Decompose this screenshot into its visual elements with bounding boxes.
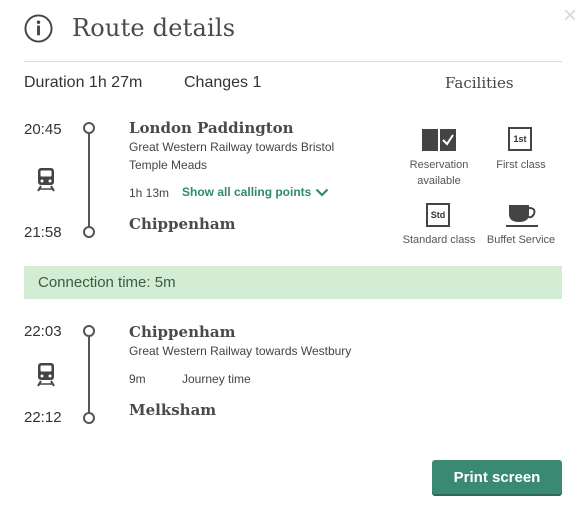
standard-class-icon: Std [426,203,450,227]
train-icon [37,363,55,387]
leg1-operator: Great Western Railway towards Bristol Te… [129,138,359,174]
leg2-depart-station: Chippenham [129,323,236,341]
leg1-arrive-station: Chippenham [129,215,236,233]
changes-summary: Changes 1 [184,74,262,91]
leg2-depart-time: 22:03 [24,323,62,340]
leg1-arrive-dot [83,226,95,238]
leg1-arrive-time: 21:58 [24,224,62,241]
journey-time-label: Journey time [182,372,251,386]
dialog-title: Route details [72,14,236,42]
standard-class-label: Standard class [402,234,476,246]
facilities-heading: Facilities [445,74,514,92]
leg2-arrive-dot [83,412,95,424]
leg2-timeline [88,331,90,418]
leg1-timeline [88,128,90,230]
leg2-depart-dot [83,325,95,337]
leg2-duration: 9m [129,372,146,386]
print-screen-button[interactable]: Print screen [432,460,562,494]
show-calling-points-link[interactable]: Show all calling points [182,185,329,199]
leg2-arrive-time: 22:12 [24,409,62,426]
info-icon [24,14,53,43]
leg1-operator-line2: Temple Meads [129,158,208,172]
leg1-depart-dot [83,122,95,134]
buffet-label: Buffet Service [486,234,556,246]
duration-summary: Duration 1h 27m [24,74,143,91]
connection-time: Connection time: 5m [38,274,176,291]
close-button[interactable]: × [563,4,577,28]
leg2-operator: Great Western Railway towards Westbury [129,344,352,358]
leg1-duration: 1h 13m [129,186,170,200]
leg1-depart-time: 20:45 [24,121,62,138]
reservation-icon [422,129,456,151]
leg1-depart-station: London Paddington [129,119,294,137]
chevron-down-icon [316,188,329,197]
connection-banner: Connection time: 5m [24,266,562,299]
reservation-label: Reservation available [409,159,469,187]
leg1-operator-line1: Great Western Railway towards Bristol [129,140,335,154]
first-class-icon: 1st [508,127,532,151]
calling-points-label: Show all calling points [182,185,312,199]
train-icon [37,168,55,192]
leg2-arrive-station: Melksham [129,401,217,419]
header-divider [24,61,562,62]
first-class-label: First class [496,159,546,171]
buffet-icon [506,205,538,227]
